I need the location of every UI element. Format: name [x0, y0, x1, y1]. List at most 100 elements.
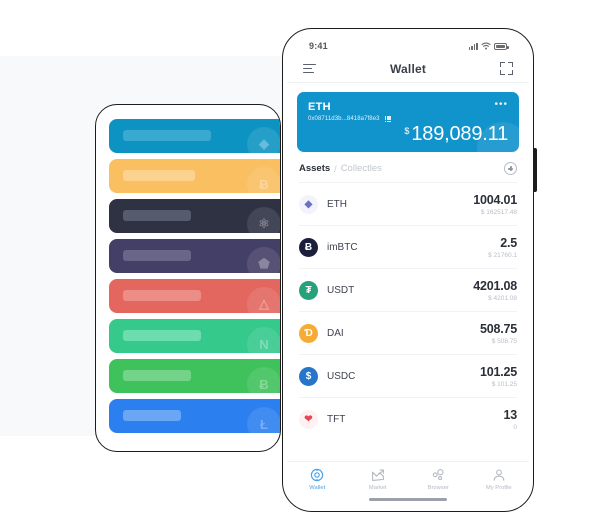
- usdc-icon: $: [299, 366, 318, 386]
- asset-amount: 508.75: [479, 321, 517, 336]
- atom-icon: ⚛: [247, 207, 280, 233]
- status-icons: [468, 42, 509, 50]
- card-more-icon[interactable]: •••: [494, 100, 508, 110]
- asset-values: 4201.08 $ 4201.08: [473, 279, 517, 302]
- asset-values: 101.25 $ 101.25: [480, 365, 517, 388]
- asset-row[interactable]: ❤ TFT 13 0: [299, 397, 517, 440]
- asset-fiat-value: $ 508.75: [491, 337, 517, 345]
- placeholder-bar: [123, 290, 201, 301]
- placeholder-bar: [123, 250, 191, 261]
- balance-symbol: ETH: [308, 101, 331, 113]
- asset-symbol: USDC: [327, 370, 356, 382]
- asset-row[interactable]: $ USDC 101.25 $ 101.25: [299, 354, 517, 397]
- asset-row[interactable]: Ɗ DAI 508.75 $ 508.75: [299, 311, 517, 354]
- bch-icon: Ƀ: [247, 367, 280, 393]
- status-clock: 9:41: [309, 41, 328, 51]
- chart-icon: [371, 468, 385, 482]
- atom-card[interactable]: ⚛: [109, 199, 280, 233]
- asset-values: 508.75 $ 508.75: [480, 322, 517, 345]
- asset-amount: 4201.08: [473, 278, 517, 293]
- asset-symbol: USDT: [327, 284, 355, 296]
- asset-symbol: DAI: [327, 327, 344, 339]
- assets-tabs: Assets / Collectles: [299, 162, 517, 182]
- asset-symbol: imBTC: [327, 241, 358, 253]
- balance-value: 189,089.11: [411, 123, 508, 145]
- tab-browser[interactable]: Browser: [408, 468, 469, 491]
- eth-icon: ◆: [247, 127, 280, 153]
- bch-card[interactable]: Ƀ: [109, 359, 280, 393]
- trx-card[interactable]: △: [109, 279, 280, 313]
- eth-card[interactable]: ◆: [109, 119, 280, 153]
- neo-icon: N: [247, 327, 280, 353]
- eos-card[interactable]: ⬟: [109, 239, 280, 273]
- phone-screen: 9:41 Wallet ETH 0x08711d3b...8418a7f8e3 …: [287, 33, 529, 507]
- card-stack: ◆ Ƀ ⚛ ⬟ △ N Ƀ Ł: [109, 119, 280, 439]
- screenshot-root: ◆ Ƀ ⚛ ⬟ △ N Ƀ Ł 9:41 Wallet ETH 0x08711d…: [0, 0, 602, 532]
- asset-amount: 1004.01: [473, 192, 517, 207]
- placeholder-bar: [123, 170, 195, 181]
- asset-row[interactable]: ◆ ETH 1004.01 $ 162517.48: [299, 182, 517, 225]
- asset-fiat-value: $ 101.25: [491, 380, 517, 388]
- menu-icon[interactable]: [303, 63, 316, 74]
- asset-row[interactable]: ₮ USDT 4201.08 $ 4201.08: [299, 268, 517, 311]
- wifi-icon: [481, 42, 491, 50]
- tab-label: Market: [368, 485, 387, 491]
- asset-amount: 2.5: [500, 235, 517, 250]
- tab-wallet[interactable]: Wallet: [287, 468, 348, 491]
- asset-fiat-value: $ 21760.1: [488, 251, 517, 259]
- asset-list: ◆ ETH 1004.01 $ 162517.48 ɃimBTC 2.5 $ 21760.1…: [299, 182, 517, 440]
- balance-card[interactable]: ETH 0x08711d3b...8418a7f8e3 ••• $ 189,08…: [297, 92, 519, 152]
- qr-code-icon[interactable]: [384, 116, 391, 123]
- nav-bar: Wallet: [287, 55, 529, 83]
- tab-market[interactable]: Market: [348, 468, 409, 491]
- asset-amount: 13: [503, 407, 517, 422]
- browser-icon: [431, 468, 445, 482]
- wallet-icon: [310, 468, 324, 482]
- asset-values: 13 0: [503, 408, 517, 431]
- wallet-address-row[interactable]: 0x08711d3b...8418a7f8e3: [308, 116, 508, 123]
- person-icon: [492, 468, 506, 482]
- status-bar: 9:41: [287, 33, 529, 55]
- page-title: Wallet: [389, 61, 427, 76]
- tab-assets[interactable]: Assets: [299, 163, 330, 174]
- placeholder-bar: [123, 210, 191, 221]
- asset-row[interactable]: ɃimBTC 2.5 $ 21760.1: [299, 225, 517, 268]
- usdt-icon: ₮: [299, 280, 318, 300]
- signal-icon: [468, 42, 478, 50]
- ltc-card[interactable]: Ł: [109, 399, 280, 433]
- balance-amount: $ 189,089.11: [404, 123, 508, 146]
- asset-fiat-value: $ 162517.48: [480, 208, 517, 216]
- tab-collectibles[interactable]: Collectles: [341, 163, 382, 174]
- eth-icon: ◆: [299, 194, 318, 214]
- home-indicator: [369, 498, 447, 501]
- tab-label: Browser: [427, 485, 449, 491]
- placeholder-bar: [123, 370, 191, 381]
- scan-icon[interactable]: [500, 62, 513, 75]
- tab-label: My Profile: [485, 485, 512, 491]
- background-phone: ◆ Ƀ ⚛ ⬟ △ N Ƀ Ł: [95, 104, 281, 452]
- asset-symbol: ETH: [327, 198, 347, 210]
- tab-label: Wallet: [309, 485, 326, 491]
- plus-circle-icon[interactable]: [504, 162, 517, 175]
- asset-fiat-value: $ 4201.08: [488, 294, 517, 302]
- tab-my-profile[interactable]: My Profile: [469, 468, 530, 491]
- tab-separator: /: [334, 163, 337, 174]
- tft-icon: ❤: [299, 409, 318, 429]
- foreground-phone: 9:41 Wallet ETH 0x08711d3b...8418a7f8e3 …: [282, 28, 534, 512]
- placeholder-bar: [123, 130, 211, 141]
- battery-icon: [494, 42, 509, 50]
- ltc-icon: Ł: [247, 407, 280, 433]
- placeholder-bar: [123, 410, 181, 421]
- placeholder-bar: [123, 330, 201, 341]
- currency-symbol: $: [404, 126, 410, 136]
- asset-symbol: TFT: [327, 413, 346, 425]
- neo-card[interactable]: N: [109, 319, 280, 353]
- btc-card[interactable]: Ƀ: [109, 159, 280, 193]
- wallet-address: 0x08711d3b...8418a7f8e3: [308, 116, 380, 123]
- asset-values: 1004.01 $ 162517.48: [473, 193, 517, 216]
- eos-icon: ⬟: [247, 247, 280, 273]
- asset-values: 2.5 $ 21760.1: [488, 236, 517, 259]
- asset-amount: 101.25: [479, 364, 517, 379]
- asset-fiat-value: 0: [513, 423, 517, 431]
- dai-icon: Ɗ: [299, 323, 318, 343]
